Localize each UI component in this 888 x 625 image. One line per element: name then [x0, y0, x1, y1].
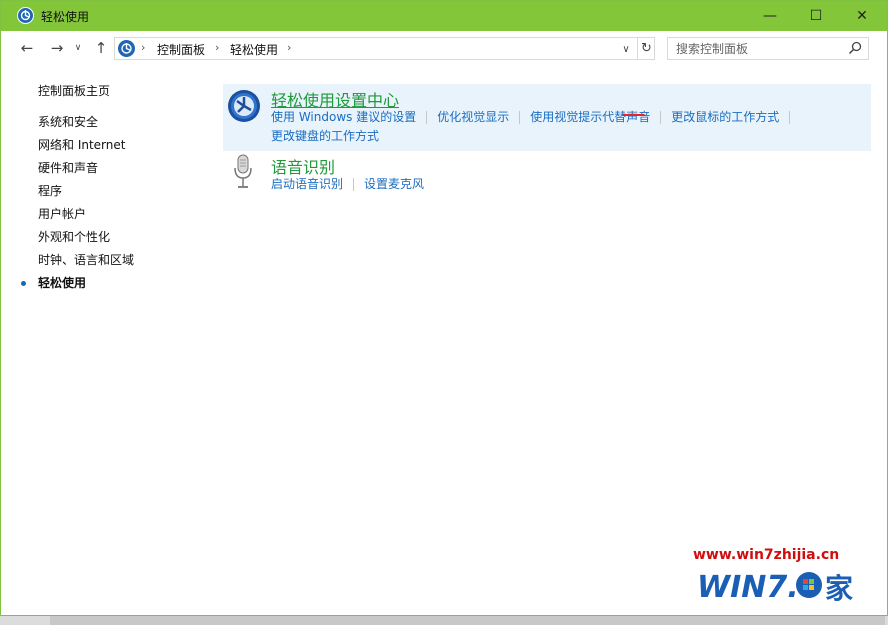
annotation-arrow-icon: [621, 114, 645, 116]
sidebar-item-clock-language[interactable]: 时钟、语言和区域: [38, 253, 134, 276]
link-divider: [789, 111, 791, 124]
breadcrumb-separator-icon: ›: [215, 41, 220, 54]
forward-arrow-icon[interactable]: →: [47, 38, 67, 58]
control-panel-window: 轻松使用 — ☐ ✕ ← → ∨ ↑ › 控制面板 › 轻松使用 › ∨ ↻ 搜…: [0, 0, 888, 616]
search-box[interactable]: [667, 37, 869, 60]
search-icon[interactable]: [848, 41, 862, 55]
ease-of-access-center-icon[interactable]: [227, 89, 261, 123]
ease-of-access-center-section: 轻松使用设置中心 使用 Windows 建议的设置 优化视觉显示 使用视觉提示代替声…: [223, 84, 871, 151]
link-windows-recommended-settings[interactable]: 使用 Windows 建议的设置: [271, 110, 416, 124]
refresh-icon[interactable]: ↻: [637, 38, 655, 59]
maximize-button[interactable]: ☐: [793, 1, 839, 31]
title-bar[interactable]: 轻松使用 — ☐ ✕: [1, 1, 887, 31]
sidebar: 控制面板主页 系统和安全 网络和 Internet 硬件和声音 程序 用户帐户 …: [1, 65, 211, 616]
watermark-url: www.win7zhijia.cn: [693, 547, 840, 563]
address-bar-row: ← → ∨ ↑ › 控制面板 › 轻松使用 › ∨ ↻: [1, 31, 887, 65]
link-start-speech-recognition[interactable]: 启动语音识别: [271, 177, 343, 191]
breadcrumb-separator-icon[interactable]: ›: [287, 41, 291, 54]
sidebar-item-appearance[interactable]: 外观和个性化: [38, 230, 134, 253]
window-title: 轻松使用: [41, 10, 90, 24]
sidebar-item-programs[interactable]: 程序: [38, 184, 134, 207]
svg-text:家: 家: [825, 572, 853, 605]
search-input[interactable]: [668, 38, 844, 59]
link-divider: [426, 111, 428, 124]
recent-locations-chevron-icon[interactable]: ∨: [71, 38, 85, 58]
ease-of-access-icon: [17, 7, 34, 24]
address-dropdown-chevron-icon[interactable]: ∨: [617, 40, 635, 58]
svg-text:WIN7.: WIN7.: [697, 570, 799, 605]
sidebar-item-ease-of-access[interactable]: 轻松使用: [21, 276, 134, 299]
link-optimize-visual-display[interactable]: 优化视觉显示: [437, 110, 509, 124]
back-arrow-icon[interactable]: ←: [17, 38, 37, 58]
link-divider: [519, 111, 521, 124]
breadcrumb-control-panel[interactable]: 控制面板: [157, 41, 205, 58]
sidebar-item-user-accounts[interactable]: 用户帐户: [38, 207, 134, 230]
sidebar-category-list: 系统和安全 网络和 Internet 硬件和声音 程序 用户帐户 外观和个性化 …: [21, 115, 134, 299]
sidebar-item-network-internet[interactable]: 网络和 Internet: [38, 138, 134, 161]
ease-links-row-2: 更改键盘的工作方式: [271, 127, 389, 144]
speech-links-row: 启动语音识别 设置麦克风: [271, 175, 434, 192]
control-panel-icon: [118, 40, 135, 57]
win7-home-logo-icon: WIN7. 家: [697, 570, 853, 605]
close-button[interactable]: ✕: [839, 1, 885, 31]
sidebar-item-label: 轻松使用: [38, 276, 87, 290]
link-change-keyboard-settings[interactable]: 更改键盘的工作方式: [271, 129, 379, 143]
speech-recognition-section: 语音识别 启动语音识别 设置麦克风: [223, 151, 871, 196]
breadcrumb-ease-of-access[interactable]: 轻松使用: [230, 41, 278, 58]
microphone-icon[interactable]: [232, 154, 254, 190]
sidebar-home-link[interactable]: 控制面板主页: [38, 82, 110, 99]
link-divider: [353, 178, 355, 191]
link-set-up-microphone[interactable]: 设置麦克风: [364, 177, 424, 191]
active-bullet-icon: [21, 281, 26, 286]
breadcrumb-separator-icon: ›: [141, 41, 146, 54]
sidebar-item-hardware-sound[interactable]: 硬件和声音: [38, 161, 134, 184]
sidebar-item-system-security[interactable]: 系统和安全: [38, 115, 134, 138]
address-box[interactable]: › 控制面板 › 轻松使用 › ∨ ↻: [114, 37, 655, 60]
up-arrow-icon[interactable]: ↑: [91, 38, 111, 58]
minimize-button[interactable]: —: [747, 1, 793, 31]
background-strip: [50, 616, 885, 625]
